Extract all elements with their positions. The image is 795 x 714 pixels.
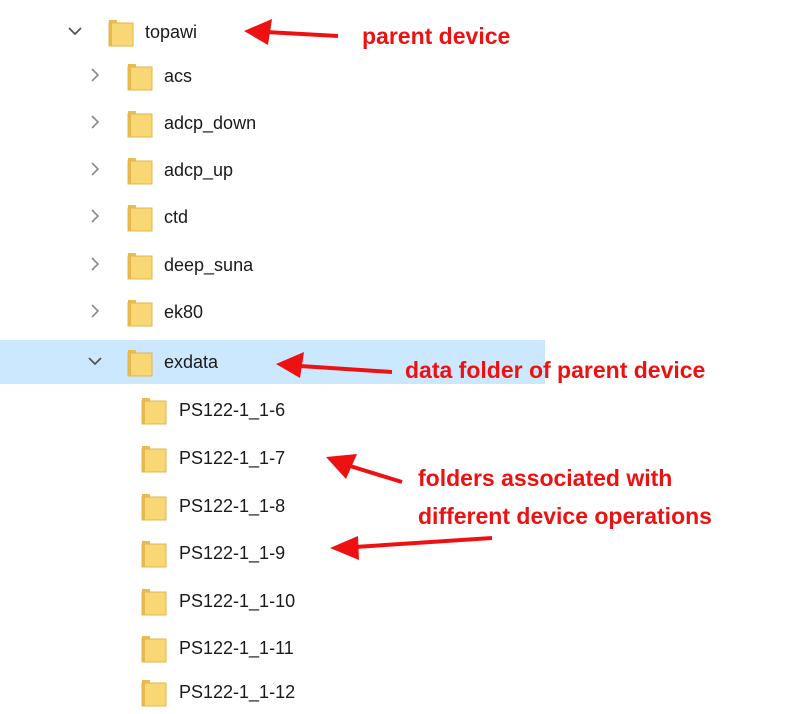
tree-item-ctd[interactable]: ctd [0,195,545,239]
chevron-down-icon[interactable] [66,22,84,40]
folder-icon [141,540,167,568]
chevron-right-icon[interactable] [86,113,104,131]
tree-item-label: acs [164,66,193,86]
tree-item-ps122-1-1-10[interactable]: PS122-1_1-10 [0,579,545,623]
tree-item-label: PS122-1_1-9 [179,543,286,563]
chevron-right-icon[interactable] [86,207,104,225]
annotation-operations-line1: folders associated with [418,465,673,491]
tree-item-label: adcp_up [164,160,234,180]
folder-icon [141,635,167,663]
tree-item-label: PS122-1_1-12 [179,682,296,702]
folder-icon [127,157,153,185]
folder-icon [127,204,153,232]
tree-item-label: PS122-1_1-8 [179,496,286,516]
tree-item-label: deep_suna [164,255,254,275]
chevron-down-icon[interactable] [86,352,104,370]
tree-item-label: adcp_down [164,113,257,133]
folder-icon [127,63,153,91]
folder-icon [127,299,153,327]
folder-icon [127,349,153,377]
tree-item-ps122-1-1-6[interactable]: PS122-1_1-6 [0,388,545,432]
chevron-right-icon[interactable] [86,255,104,273]
folder-icon [141,679,167,707]
tree-item-label: topawi [145,22,198,42]
tree-item-ps122-1-1-12[interactable]: PS122-1_1-12 [0,670,545,714]
annotation-operations-line2: different device operations [418,503,712,529]
tree-item-ps122-1-1-9[interactable]: PS122-1_1-9 [0,531,545,575]
tree-item-label: PS122-1_1-10 [179,591,296,611]
folder-icon [108,19,134,47]
folder-icon [141,588,167,616]
annotation-data-folder: data folder of parent device [405,357,706,383]
tree-item-label: exdata [164,352,219,372]
tree-item-label: PS122-1_1-11 [179,638,294,658]
tree-item-label: ek80 [164,302,204,322]
annotation-parent-device: parent device [362,23,511,49]
tree-item-adcp-down[interactable]: adcp_down [0,101,545,145]
tree-item-ek80[interactable]: ek80 [0,290,545,334]
chevron-right-icon[interactable] [86,160,104,178]
tree-item-deep-suna[interactable]: deep_suna [0,243,545,287]
tree-item-label: PS122-1_1-7 [179,448,286,468]
tree-item-adcp-up[interactable]: adcp_up [0,148,545,192]
chevron-right-icon[interactable] [86,302,104,320]
chevron-right-icon[interactable] [86,66,104,84]
folder-icon [141,445,167,473]
tree-item-ps122-1-1-11[interactable]: PS122-1_1-11 [0,626,545,670]
tree-item-acs[interactable]: acs [0,54,545,98]
tree-item-label: ctd [164,207,189,227]
folder-icon [141,493,167,521]
tree-item-label: PS122-1_1-6 [179,400,286,420]
folder-icon [141,397,167,425]
folder-icon [127,252,153,280]
folder-icon [127,110,153,138]
